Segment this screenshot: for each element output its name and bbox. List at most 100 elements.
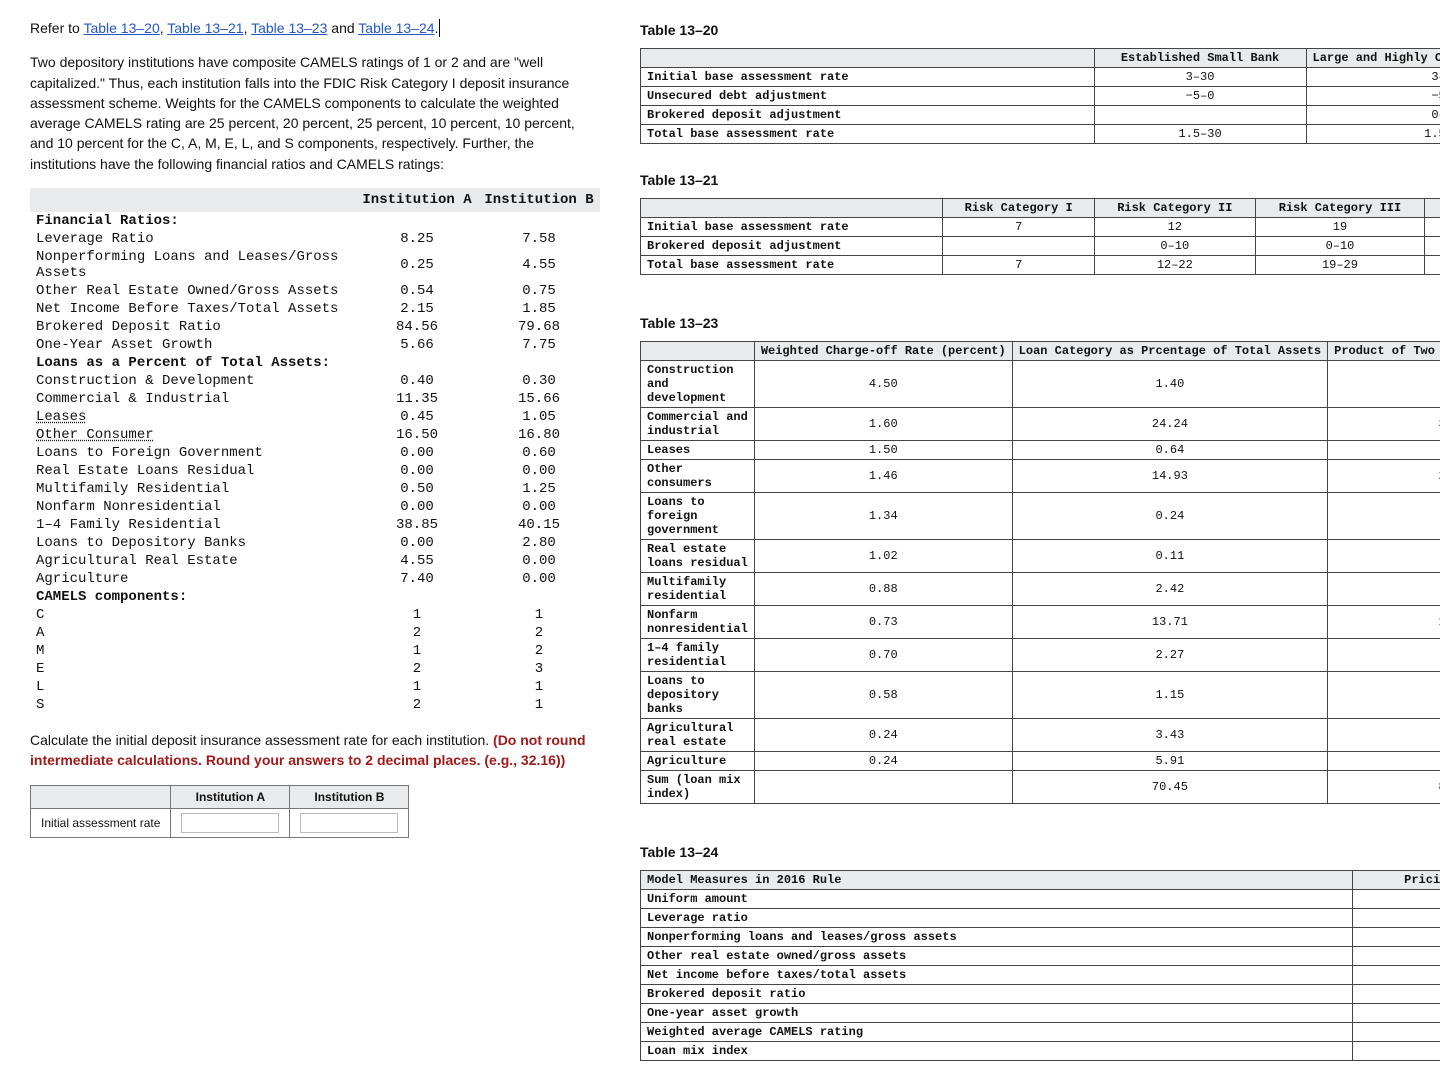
fin-value-a: 2 [356,660,478,678]
table-row-label: Uniform amount [641,890,1353,909]
fin-value-a: 0.50 [356,480,478,498]
table-13-23: Weighted Charge-off Rate (percent) Loan … [640,341,1440,804]
fin-row-label: E [30,660,356,678]
fin-value-a: 5.66 [356,336,478,354]
table-cell: 30–40 [1425,256,1440,275]
fin-section-label: CAMELS components: [30,588,600,606]
fin-value-a: 4.55 [356,552,478,570]
answer-rowlabel: Initial assessment rate [31,808,171,837]
table-cell: −5–0 [1094,87,1306,106]
fin-value-a: 0.00 [356,498,478,516]
table-cell: 2.27 [1012,639,1327,672]
table-cell: 0.24 [754,719,1012,752]
fin-row-label: Leases [30,408,356,426]
table-cell: 0–10 [1306,106,1440,125]
table-cell: 1.59 [1328,639,1440,672]
title-13-20: Table 13–20 [640,22,1440,38]
fin-row-label: One-Year Asset Growth [30,336,356,354]
link-table-13-21[interactable]: Table 13–21 [167,20,243,36]
table-row-label: Nonfarm nonresidential [641,606,755,639]
answer-table: Institution A Institution B Initial asse… [30,785,409,838]
table-cell: −5–0 [1306,87,1440,106]
table-cell [1094,106,1306,125]
fin-value-a: 0.40 [356,372,478,390]
fin-value-b: 4.55 [478,248,600,282]
table-row-label: Net income before taxes/total assets [641,966,1353,985]
fin-value-b: 2 [478,624,600,642]
answer-col-a: Institution A [171,785,290,808]
table-cell: 19 [1255,218,1425,237]
table-row-label: Sum (loan mix index) [641,771,755,804]
table-row-label: Brokered deposit adjustment [641,106,1095,125]
table-cell: 3–30 [1306,68,1440,87]
table-row-label: Loans to foreign government [641,493,755,540]
table-cell: 0.67 [1328,672,1440,719]
table-cell: 1.519 [1352,1023,1440,1042]
fin-row-label: Nonperforming Loans and Leases/Gross Ass… [30,248,356,282]
table-row-label: Other consumers [641,460,755,493]
input-inst-b[interactable] [300,813,398,833]
table-cell: 3.43 [1012,719,1327,752]
fin-value-a: 7.40 [356,570,478,588]
table-cell: 70.45 [1012,771,1327,804]
table-cell: 0–10 [1425,237,1440,256]
fin-value-b: 0.60 [478,444,600,462]
fin-value-a: 1 [356,678,478,696]
fin-row-label: Leverage Ratio [30,230,356,248]
table-row-label: Loan mix index [641,1042,1353,1061]
table-cell: 0.11 [1012,540,1327,573]
table-cell: 1.34 [754,493,1012,540]
fin-value-b: 0.30 [478,372,600,390]
table-cell: 6.30 [1328,361,1440,408]
fin-value-a: 8.25 [356,230,478,248]
table-row-label: Construction and development [641,361,755,408]
table-cell: 1.60 [754,408,1012,441]
fin-value-b: 2.80 [478,534,600,552]
table-cell: 0.081 [1352,1042,1440,1061]
table-13-24: Model Measures in 2016 Rule Pricing Mult… [640,870,1440,1061]
table-cell: 0.061 [1352,1004,1440,1023]
table-cell: 4.50 [754,361,1012,408]
table-cell: 12–22 [1095,256,1256,275]
link-table-13-23[interactable]: Table 13–23 [251,20,327,36]
table-cell: 5.91 [1012,752,1327,771]
fin-value-b: 3 [478,660,600,678]
fin-value-a: 2 [356,624,478,642]
link-table-13-24[interactable]: Table 13–24 [358,20,434,36]
table-cell: 3–30 [1094,68,1306,87]
table-row-label: Weighted average CAMELS rating [641,1023,1353,1042]
fin-section-label: Financial Ratios: [30,212,600,230]
fin-value-b: 7.58 [478,230,600,248]
table-cell: 0–10 [1255,237,1425,256]
title-13-21: Table 13–21 [640,172,1440,188]
table-cell [754,771,1012,804]
fin-value-a: 2 [356,696,478,714]
fin-value-b: 7.75 [478,336,600,354]
table-cell: 2.13 [1328,573,1440,606]
table-cell: 84.91 [1328,771,1440,804]
fin-value-b: 0.00 [478,462,600,480]
table-cell: 0.264 [1352,985,1440,1004]
table-cell: 0.533 [1352,947,1440,966]
link-table-13-20[interactable]: Table 13–20 [83,20,159,36]
table-row-label: Agricultural real estate [641,719,755,752]
table-row-label: Real estate loans residual [641,540,755,573]
fin-row-label: M [30,642,356,660]
fin-value-a: 11.35 [356,390,478,408]
table-cell: 1.46 [754,460,1012,493]
table-cell: 10.01 [1328,606,1440,639]
fin-value-a: 16.50 [356,426,478,444]
table-row-label: 1–4 family residential [641,639,755,672]
fin-value-b: 2 [478,642,600,660]
table-cell: 0.942 [1352,928,1440,947]
input-inst-a[interactable] [181,813,279,833]
table-row-label: Brokered deposit adjustment [641,237,943,256]
table-cell: 13.71 [1012,606,1327,639]
fin-row-label: Nonfarm Nonresidential [30,498,356,516]
table-cell: 7 [943,218,1095,237]
fin-row-label: Real Estate Loans Residual [30,462,356,480]
fin-value-b: 0.75 [478,282,600,300]
table-row-label: Nonperforming loans and leases/gross ass… [641,928,1353,947]
fin-value-a: 0.00 [356,462,478,480]
table-row-label: Other real estate owned/gross assets [641,947,1353,966]
